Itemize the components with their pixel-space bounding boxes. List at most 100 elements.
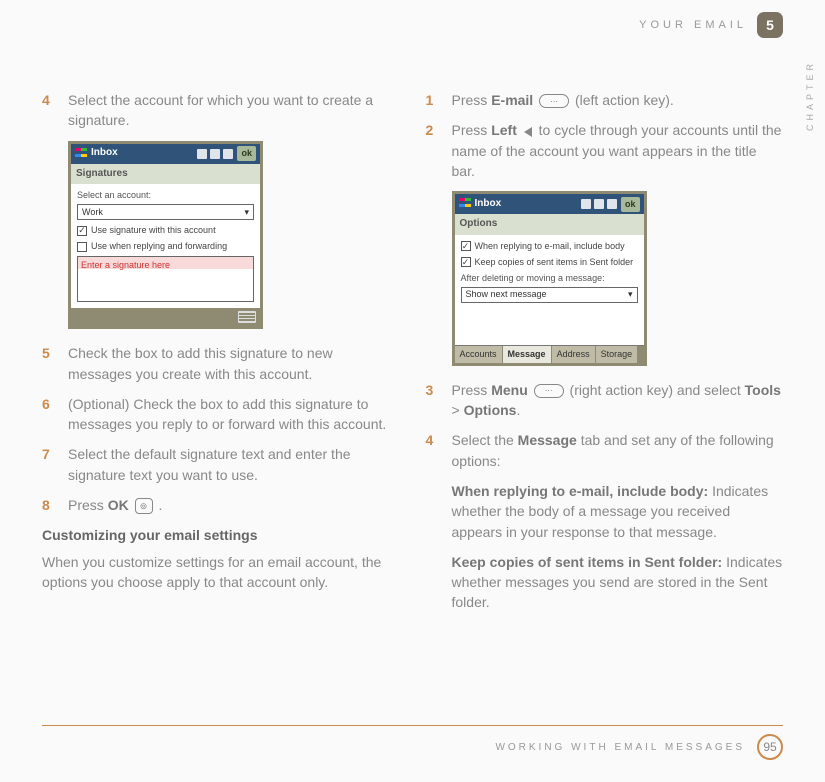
step-6: 6 (Optional) Check the box to add this s… <box>42 394 400 435</box>
step-text: (Optional) Check the box to add this sig… <box>68 394 400 435</box>
ok-button: ok <box>237 146 256 161</box>
step-8: 8 Press OK ⊚ . <box>42 495 400 515</box>
phone-title: Inbox <box>475 197 577 212</box>
signature-text: Enter a signature here <box>81 260 170 270</box>
option-include-body: When replying to e-mail, include body: I… <box>452 481 784 542</box>
phone-tabs: Accounts Message Address Storage <box>455 345 644 363</box>
speaker-icon <box>594 199 604 209</box>
signature-textarea: Enter a signature here <box>77 256 254 302</box>
checkbox-icon: ✓ <box>461 241 471 251</box>
checkbox-use-signature: ✓ Use signature with this account <box>77 224 254 237</box>
page-number: 95 <box>757 734 783 760</box>
step-7: 7 Select the default signature text and … <box>42 444 400 485</box>
battery-icon <box>223 149 233 159</box>
battery-icon <box>607 199 617 209</box>
select-account-label: Select an account: <box>77 189 254 202</box>
text: (left action key). <box>575 92 674 108</box>
document-page: YOUR EMAIL 5 CHAPTER 4 Select the accoun… <box>0 0 825 782</box>
text: . <box>516 402 520 418</box>
step-number: 4 <box>42 90 56 131</box>
step-number: 7 <box>42 444 56 485</box>
speaker-icon <box>210 149 220 159</box>
account-value: Work <box>82 206 103 219</box>
ok-button: ok <box>621 197 640 212</box>
option-title: Keep copies of sent items in Sent folder… <box>452 554 723 570</box>
after-deleting-label: After deleting or moving a message: <box>461 272 638 285</box>
step-1: 1 Press E-mail ⋯ (left action key). <box>426 90 784 110</box>
phone-titlebar: Inbox ok <box>455 194 644 214</box>
bold-options: Options <box>464 402 517 418</box>
phone-title: Inbox <box>91 146 193 161</box>
signal-icon <box>197 149 207 159</box>
phone-subbar: Options <box>455 214 644 235</box>
option-title: When replying to e-mail, include body: <box>452 483 709 499</box>
text: Press <box>452 92 492 108</box>
phone-bottombar <box>71 308 260 326</box>
tab-message: Message <box>503 346 552 363</box>
action-key-icon: ⋯ <box>534 384 564 398</box>
text: . <box>155 497 163 513</box>
checkbox-icon: ✓ <box>461 257 471 267</box>
chapter-badge: 5 <box>757 12 783 38</box>
windows-flag-icon <box>459 198 471 210</box>
chapter-side-label: CHAPTER <box>805 60 815 131</box>
step-number: 3 <box>426 380 440 421</box>
text: Select the <box>452 432 518 448</box>
step-number: 1 <box>426 90 440 110</box>
step-number: 8 <box>42 495 56 515</box>
select-value: Show next message <box>466 288 547 301</box>
chevron-down-icon: ▾ <box>244 206 249 219</box>
footer-text: WORKING WITH EMAIL MESSAGES <box>495 742 745 753</box>
text: Press <box>68 497 108 513</box>
step-3: 3 Press Menu ⋯ (right action key) and se… <box>426 380 784 421</box>
text: (right action key) and select <box>570 382 745 398</box>
checkbox-label: Use signature with this account <box>91 224 216 237</box>
phone-signatures-screenshot: Inbox ok Signatures Select an account: W… <box>68 141 263 330</box>
step-4r: 4 Select the Message tab and set any of … <box>426 430 784 471</box>
titlebar-status-icons <box>197 149 233 159</box>
step-5: 5 Check the box to add this signature to… <box>42 343 400 384</box>
step-number: 6 <box>42 394 56 435</box>
checkbox-sent-copies: ✓ Keep copies of sent items in Sent fold… <box>461 256 638 269</box>
step-text: Press E-mail ⋯ (left action key). <box>452 90 674 110</box>
bold-menu: Menu <box>491 382 528 398</box>
bold-tools: Tools <box>745 382 781 398</box>
header-section: YOUR EMAIL <box>639 19 747 31</box>
tab-address: Address <box>552 346 596 363</box>
titlebar-status-icons <box>581 199 617 209</box>
keyboard-icon <box>238 311 256 323</box>
checkbox-icon: ✓ <box>77 226 87 236</box>
page-header: YOUR EMAIL 5 <box>639 12 783 38</box>
step-text: Check the box to add this signature to n… <box>68 343 400 384</box>
step-text: Press OK ⊚ . <box>68 495 162 515</box>
phone-body: Select an account: Work ▾ ✓ Use signatur… <box>71 184 260 308</box>
bold-ok: OK <box>108 497 129 513</box>
ok-key-icon: ⊚ <box>135 498 153 514</box>
step-number: 2 <box>426 120 440 181</box>
page-footer: WORKING WITH EMAIL MESSAGES 95 <box>42 725 783 760</box>
phone-titlebar: Inbox ok <box>71 144 260 164</box>
checkbox-label: Use when replying and forwarding <box>91 240 227 253</box>
phone-subbar: Signatures <box>71 164 260 185</box>
checkbox-reply-forward: Use when replying and forwarding <box>77 240 254 253</box>
section-heading: Customizing your email settings <box>42 525 400 545</box>
text: > <box>452 402 464 418</box>
after-deleting-select: Show next message ▾ <box>461 287 638 303</box>
text: Press <box>452 382 492 398</box>
phone-body: ✓ When replying to e-mail, include body … <box>455 235 644 345</box>
section-paragraph: When you customize settings for an email… <box>42 552 400 593</box>
option-sent-folder: Keep copies of sent items in Sent folder… <box>452 552 784 613</box>
tab-accounts: Accounts <box>455 346 503 363</box>
left-arrow-icon <box>524 127 532 137</box>
action-key-icon: ⋯ <box>539 94 569 108</box>
step-2: 2 Press Left to cycle through your accou… <box>426 120 784 181</box>
step-text: Select the account for which you want to… <box>68 90 400 131</box>
step-number: 5 <box>42 343 56 384</box>
checkbox-icon <box>77 242 87 252</box>
bold-left: Left <box>491 122 517 138</box>
checkbox-label: Keep copies of sent items in Sent folder <box>475 256 634 269</box>
bold-email: E-mail <box>491 92 533 108</box>
step-number: 4 <box>426 430 440 471</box>
account-select: Work ▾ <box>77 204 254 220</box>
left-column: 4 Select the account for which you want … <box>42 90 400 623</box>
